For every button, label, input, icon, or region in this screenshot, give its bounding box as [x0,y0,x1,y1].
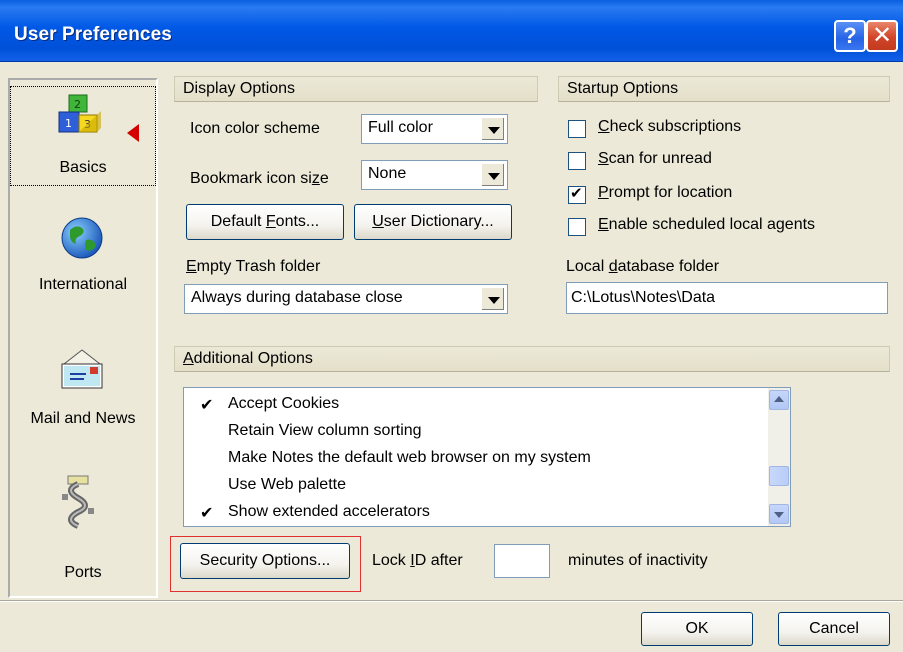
lock-id-minutes-input[interactable] [494,544,550,578]
scan-for-unread-label: Scan for unread [598,150,712,167]
icon-color-scheme-select[interactable]: Full color [361,114,508,144]
empty-trash-select[interactable]: Always during database close [184,284,508,314]
prompt-for-location-checkbox[interactable] [568,184,586,204]
list-item[interactable]: Retain View column sorting [184,419,762,446]
list-item[interactable]: ✔ Show extended accelerators [184,500,762,526]
svg-text:2: 2 [74,98,81,111]
check-subscriptions-checkbox[interactable] [568,120,586,138]
chevron-down-icon[interactable] [481,287,505,311]
user-dictionary-button[interactable]: User Dictionary... [354,204,512,240]
ok-button[interactable]: OK [641,612,753,646]
check-mark-icon: ✔ [200,397,214,414]
scroll-thumb[interactable] [769,466,789,486]
chevron-down-icon[interactable] [481,117,505,141]
empty-trash-value: Always during database close [191,289,403,306]
svg-text:1: 1 [65,117,72,130]
scan-for-unread-checkbox[interactable] [568,152,586,170]
chevron-down-icon[interactable] [481,163,505,187]
dialog-body: 2 1 3 Basics International [0,62,903,652]
sidebar-item-mail-and-news[interactable]: Mail and News [10,346,156,446]
additional-options-list[interactable]: ✔ Accept Cookies Retain View column sort… [183,387,791,527]
sidebar-item-label: International [38,276,128,293]
footer-divider [0,600,903,602]
cancel-button[interactable]: Cancel [778,612,890,646]
prompt-for-location-label: Prompt for location [598,184,733,201]
enable-scheduled-agents-label: Enable scheduled local agents [598,216,816,233]
lock-id-label: Lock ID after [372,552,463,569]
check-subscriptions-label: Check subscriptions [598,118,742,135]
display-options-header: Display Options [174,76,538,102]
bookmark-icon-size-value: None [368,165,407,182]
sidebar-item-basics[interactable]: 2 1 3 Basics [10,86,156,186]
ports-icon [62,475,94,529]
check-mark-icon: ✔ [200,505,214,522]
bookmark-icon-size-label: Bookmark icon size [190,170,329,187]
minutes-of-inactivity-label: minutes of inactivity [568,552,708,569]
close-button[interactable]: ✕ [866,20,898,52]
help-button[interactable]: ? [834,20,866,52]
icon-color-scheme-label: Icon color scheme [190,120,320,137]
bookmark-icon-size-select[interactable]: None [361,160,508,190]
sidebar-item-label: Basics [59,159,107,176]
blocks-icon: 2 1 3 [58,94,101,133]
list-item[interactable]: Use Web palette [184,473,762,500]
list-item[interactable]: Make Notes the default web browser on my… [184,446,762,473]
category-sidebar: 2 1 3 Basics International [8,78,158,598]
empty-trash-label: Empty Trash folder [186,258,321,275]
local-database-folder-label: Local database folder [566,258,720,275]
list-item[interactable]: ✔ Accept Cookies [184,392,762,419]
vertical-scrollbar[interactable] [768,388,790,526]
scroll-down-button[interactable] [769,504,789,524]
security-options-button[interactable]: Security Options... [180,543,350,579]
enable-scheduled-agents-checkbox[interactable] [568,218,586,236]
sidebar-item-label: Mail and News [30,410,136,427]
globe-icon [61,217,103,259]
sidebar-item-label: Ports [64,564,102,581]
startup-options-header: Startup Options [558,76,890,102]
icon-color-scheme-value: Full color [368,119,433,136]
selected-arrow-icon [127,124,139,142]
mail-envelope-icon [61,349,103,389]
sidebar-item-ports[interactable]: Ports [10,475,156,581]
sidebar-item-international[interactable]: International [10,212,156,312]
scroll-up-button[interactable] [769,390,789,410]
local-database-folder-input[interactable]: C:\Lotus\Notes\Data [566,282,888,314]
additional-options-header: Additional Options [174,346,890,372]
default-fonts-button[interactable]: Default Fonts... [186,204,344,240]
title-bar: User Preferences ? ✕ [0,0,903,62]
window-title: User Preferences [14,24,172,45]
